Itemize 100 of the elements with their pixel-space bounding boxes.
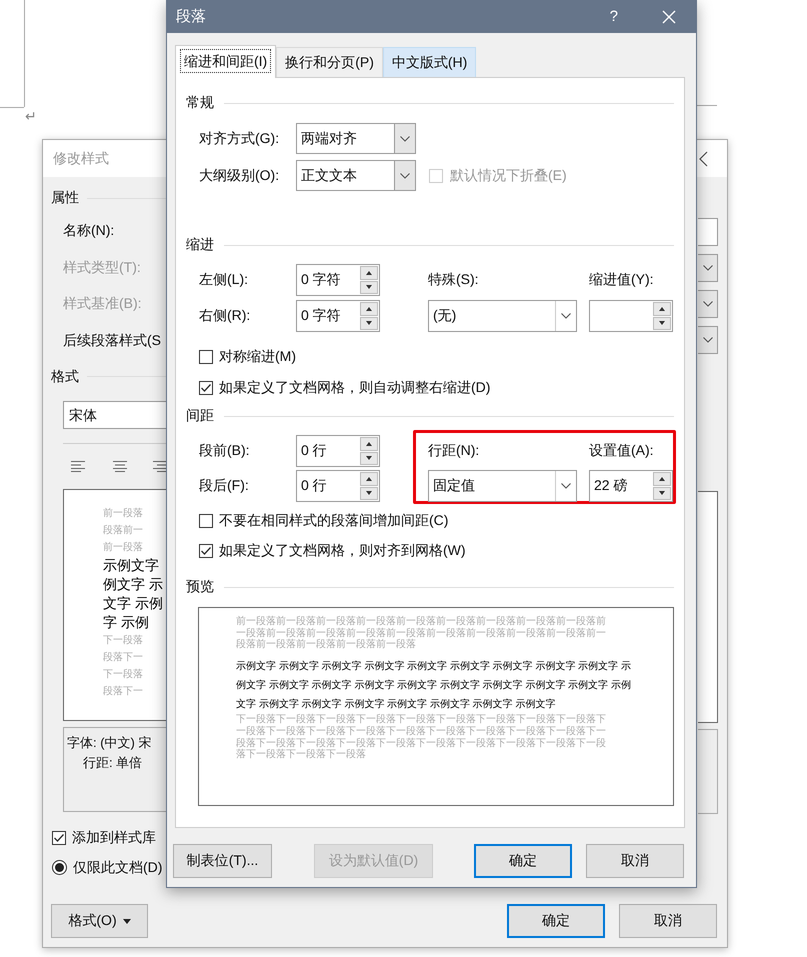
dropdown[interactable]: 正文文本	[296, 160, 416, 191]
dropdown[interactable]	[698, 326, 718, 354]
chevron-down-icon	[400, 136, 410, 142]
section-header: 常规	[186, 94, 214, 112]
section-header: 缩进	[186, 236, 214, 254]
dialog-button[interactable]: 制表位(T)...	[173, 844, 272, 878]
tab[interactable]: 缩进和间距(I)	[175, 45, 276, 78]
spin-down-button[interactable]	[653, 486, 671, 500]
spin-field[interactable]: 22 磅	[589, 470, 673, 502]
spin-down-button[interactable]	[653, 316, 671, 330]
field-label: 大纲级别(O):	[199, 166, 280, 184]
checkbox[interactable]	[52, 830, 66, 845]
chevron-down-icon	[702, 265, 712, 271]
window-title: 段落	[176, 7, 206, 26]
checkbox-label[interactable]: 添加到样式库	[72, 828, 156, 847]
field-label: 左侧(L):	[199, 271, 249, 289]
spin-field[interactable]: 0 字符	[296, 300, 380, 332]
field-label: 缩进值(Y):	[589, 271, 655, 289]
spin-field[interactable]: 0 行	[296, 470, 380, 502]
tab[interactable]: 换行和分页(P)	[276, 47, 383, 77]
preview-text: 字 示例	[103, 612, 149, 632]
field-label: 样式类型(T):	[63, 258, 142, 277]
field-label: 对齐方式(G):	[199, 130, 280, 148]
field-label: 样式基准(B):	[63, 294, 143, 314]
preview-text: 一段落下一段落下一段落下一段落下一段落下一段落下一段落下一段落下一段落下一	[236, 726, 606, 738]
preview-text: 一段落前一段落前一段落前一段落前一段落前一段落前一段落前一段落前一段落前一	[236, 628, 606, 639]
preview-text: 前一段落	[103, 506, 143, 521]
chevron-down-icon	[702, 337, 712, 343]
section-header: 预览	[186, 578, 214, 596]
preview-text: 例文字 示	[103, 574, 163, 594]
preview-text: 文字 示例文字 示例文字 示例文字 示例文字 示例文字 示例文字 示例文字	[236, 698, 556, 712]
spin-field[interactable]: 0 字符	[296, 264, 380, 296]
chevron-down-icon	[400, 172, 410, 178]
cancel-button[interactable]: 取消	[619, 904, 717, 938]
font-field[interactable]: 宋体	[63, 400, 167, 429]
spin-up-button[interactable]	[360, 437, 378, 450]
tab[interactable]: 中文版式(H)	[382, 47, 476, 77]
radio-label[interactable]: 仅限此文档(D)	[73, 858, 162, 877]
dialog-button[interactable]: 确定	[474, 844, 572, 878]
dropdown[interactable]: 固定值	[428, 470, 577, 502]
chevron-down-icon	[561, 313, 571, 319]
dropdown[interactable]: (无)	[428, 300, 577, 332]
preview-text: 下一段落	[103, 668, 143, 682]
section-header: 属性	[51, 189, 79, 207]
checkbox[interactable]	[199, 381, 213, 395]
paragraph-mark: ↵	[25, 108, 37, 124]
spin-up-button[interactable]	[653, 302, 671, 316]
checkbox-label[interactable]: 对称缩进(M)	[219, 348, 296, 366]
close-icon[interactable]	[698, 150, 708, 166]
preview-text: 下一段落下一段落下一段落下一段落下一段落下一段落下一段落下一段落下一段落下	[236, 714, 606, 726]
input-field[interactable]	[698, 218, 718, 246]
preview-text: 段落前一段落前一段落前一段落前一段落	[236, 639, 416, 652]
field-label: 设置值(A):	[589, 442, 655, 460]
preview-text: 示例文字	[103, 556, 159, 575]
spin-up-button[interactable]	[360, 266, 378, 280]
dialog-button[interactable]: 取消	[586, 844, 684, 878]
spin-field[interactable]	[589, 300, 673, 332]
preview-text: 段落下一段落下一段落下一段落下一段落下一段落下一段落下一段落下一段落下一段	[236, 738, 606, 749]
ok-button[interactable]: 确定	[507, 904, 605, 938]
spin-up-button[interactable]	[360, 472, 378, 486]
checkbox-label[interactable]: 如果定义了文档网格，则对齐到网格(W)	[219, 542, 466, 560]
preview-text: 下一段落	[103, 634, 143, 648]
checkbox-label[interactable]: 不要在相同样式的段落间增加间距(C)	[219, 512, 448, 530]
checkbox[interactable]	[199, 514, 213, 528]
chevron-down-icon	[702, 301, 712, 307]
spin-field[interactable]: 0 行	[296, 435, 380, 467]
checkbox[interactable]	[199, 544, 213, 558]
spin-down-button[interactable]	[360, 280, 378, 294]
chevron-down-icon	[561, 483, 571, 489]
preview-text: 段落前一	[103, 524, 143, 538]
preview-text: 落下一段落下一段落下一段落	[236, 749, 366, 761]
field-label: 后续段落样式(S	[63, 331, 162, 350]
preview-text: 示例文字 示例文字 示例文字 示例文字 示例文字 示例文字 示例文字 示例文字 示例文字 示	[236, 660, 632, 674]
spin-down-button[interactable]	[360, 452, 378, 465]
align-center-icon[interactable]	[112, 460, 128, 472]
align-right-icon[interactable]	[153, 460, 168, 472]
format-button[interactable]: 格式(O)	[51, 904, 148, 938]
preview-text: 前一段落	[103, 540, 143, 555]
field-label: 段前(B):	[199, 442, 251, 460]
spin-up-button[interactable]	[653, 472, 671, 486]
dropdown[interactable]	[698, 254, 718, 282]
dropdown[interactable]: 两端对齐	[296, 123, 416, 154]
field-label: 段后(F):	[199, 477, 250, 495]
field-label: 名称(N):	[63, 221, 116, 240]
radio-button[interactable]	[52, 860, 67, 876]
dropdown[interactable]	[698, 290, 718, 318]
spin-down-button[interactable]	[360, 486, 378, 500]
preview-text: 文字 示例	[103, 594, 163, 613]
window-title: 修改样式	[53, 150, 109, 168]
help-button[interactable]: ?	[610, 8, 618, 25]
checkbox[interactable]	[199, 350, 213, 364]
field-label: 右侧(R):	[199, 307, 252, 325]
preview-text: 例文字 示例文字 示例文字 示例文字 示例文字 示例文字 示例文字 示例文字 示例文字 示例	[236, 678, 632, 694]
align-left-icon[interactable]	[70, 460, 86, 472]
spin-up-button[interactable]	[360, 302, 378, 316]
field-label: 行距(N):	[428, 442, 480, 460]
caret-icon	[122, 918, 131, 924]
spin-down-button[interactable]	[360, 316, 378, 330]
section-header: 间距	[186, 407, 214, 425]
checkbox-label[interactable]: 如果定义了文档网格，则自动调整右缩进(D)	[219, 379, 490, 397]
